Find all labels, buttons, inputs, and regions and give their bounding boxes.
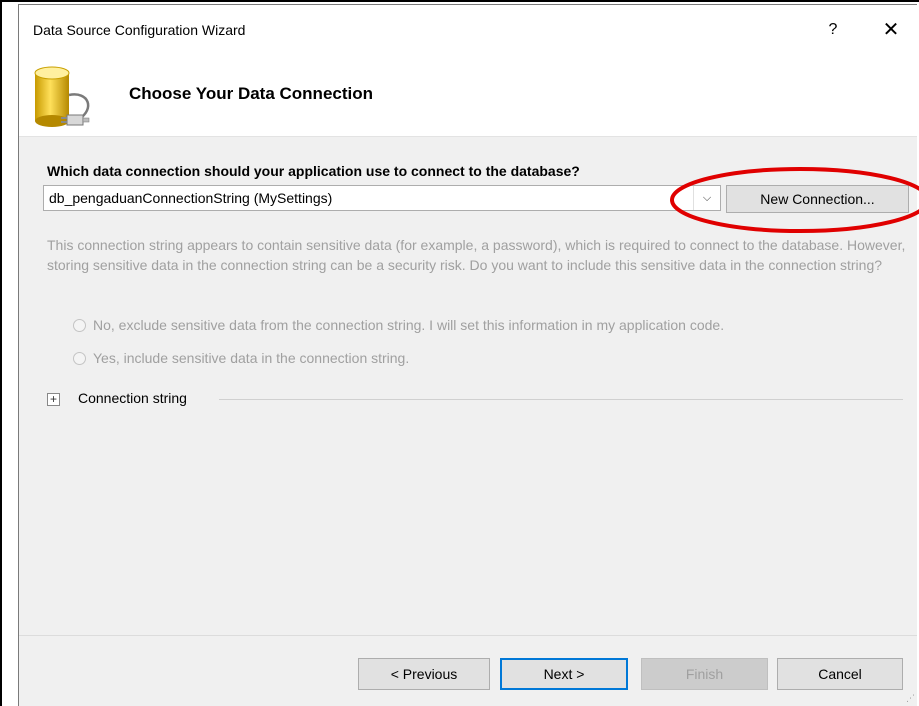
next-button[interactable]: Next > — [500, 658, 628, 690]
finish-button: Finish — [641, 658, 768, 690]
cancel-button[interactable]: Cancel — [777, 658, 903, 690]
connection-dropdown[interactable]: db_pengaduanConnectionString (MySettings… — [43, 185, 721, 211]
radio-include-sensitive[interactable]: Yes, include sensitive data in the conne… — [73, 350, 409, 366]
new-connection-button[interactable]: New Connection... — [726, 185, 909, 213]
connection-string-divider — [219, 399, 903, 400]
sensitive-data-description: This connection string appears to contai… — [47, 237, 906, 273]
chevron-down-icon[interactable]: ⌵ — [693, 186, 720, 210]
previous-button[interactable]: < Previous — [358, 658, 490, 690]
page-title: Choose Your Data Connection — [129, 84, 374, 103]
title-bar: Data Source Configuration Wizard ? ✕ — [19, 5, 917, 57]
radio-button[interactable] — [73, 352, 86, 365]
wizard-header: Choose Your Data Connection — [19, 57, 917, 137]
radio-exclude-label: No, exclude sensitive data from the conn… — [93, 317, 725, 333]
resize-grip-icon[interactable]: ⋰ — [906, 693, 915, 704]
database-plug-icon — [34, 66, 90, 127]
wizard-dialog: Data Source Configuration Wizard ? ✕ Cho… — [18, 4, 919, 706]
footer-divider — [19, 635, 917, 636]
radio-exclude-sensitive[interactable]: No, exclude sensitive data from the conn… — [73, 317, 724, 333]
window-title: Data Source Configuration Wizard — [33, 22, 246, 38]
connection-string-label: Connection string — [78, 390, 187, 406]
close-button[interactable]: ✕ — [876, 16, 906, 44]
help-button[interactable]: ? — [818, 16, 848, 44]
background-window-edge — [2, 2, 18, 706]
radio-include-label: Yes, include sensitive data in the conne… — [93, 350, 410, 366]
radio-button[interactable] — [73, 319, 86, 332]
connection-string-expander[interactable]: + — [47, 393, 60, 406]
connection-question: Which data connection should your applic… — [47, 163, 580, 179]
connection-selected-value: db_pengaduanConnectionString (MySettings… — [49, 190, 333, 206]
